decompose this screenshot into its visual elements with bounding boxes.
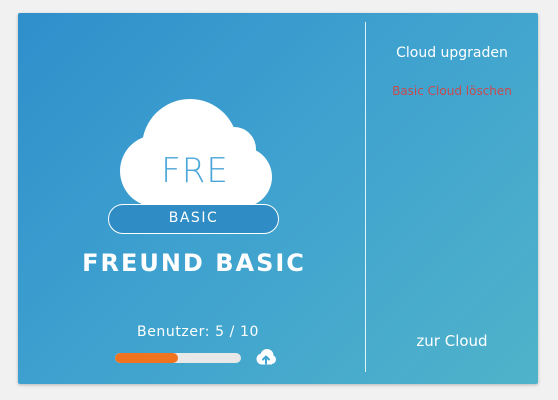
delete-cloud-link[interactable]: Basic Cloud löschen [366,84,538,98]
cloud-upload-icon[interactable] [255,348,277,366]
users-count-label: Benutzer: 5 / 10 [136,324,260,340]
users-progress-fill [115,353,178,363]
upgrade-cloud-link[interactable]: Cloud upgraden [366,45,538,61]
cloud-initials: FRE [161,151,229,191]
cloud-card: FRE BASIC FREUND BASIC Benutzer: 5 / 10 … [18,13,538,384]
cloud-title: FREUND BASIC [82,249,306,277]
goto-cloud-link[interactable]: zur Cloud [366,332,538,350]
vertical-divider [365,22,366,372]
plan-badge: BASIC [108,204,279,234]
users-progress-bar [115,353,241,363]
